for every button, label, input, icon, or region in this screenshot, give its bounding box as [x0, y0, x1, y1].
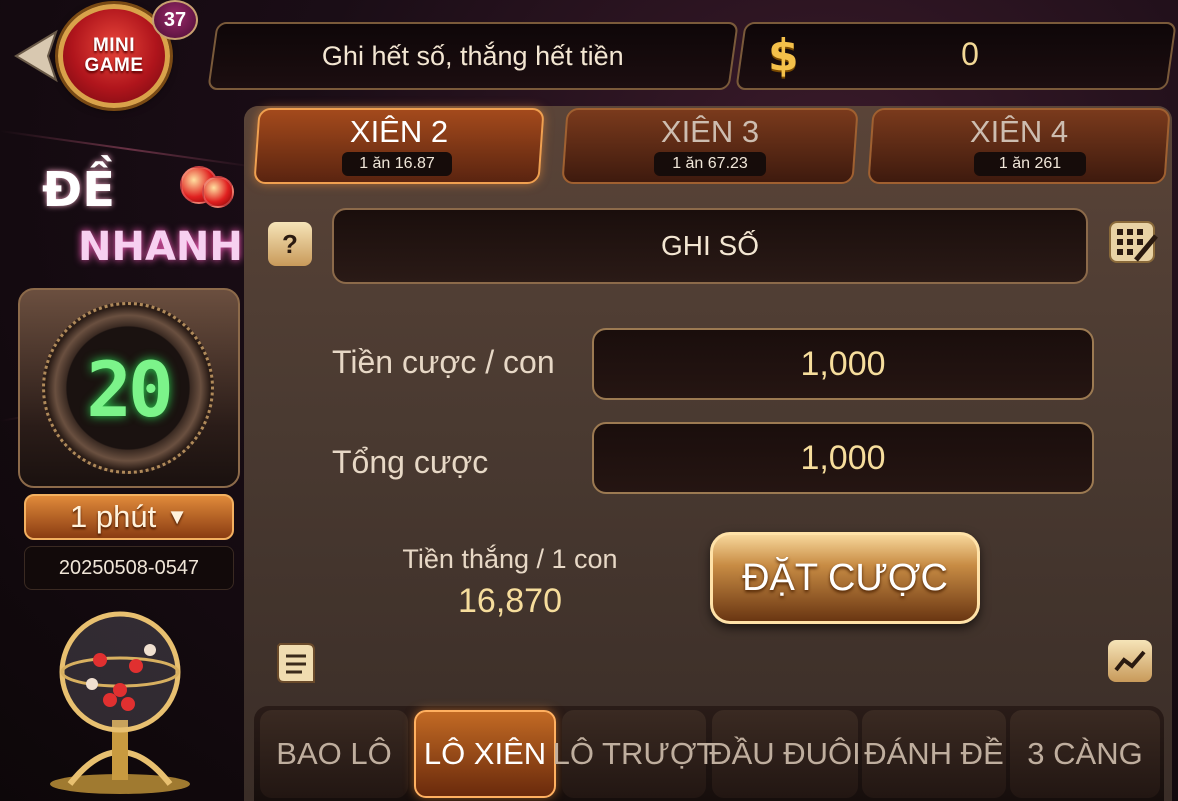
tab-bao-lo[interactable]: BAO LÔ	[260, 710, 408, 798]
total-bet-value: 1,000	[592, 422, 1094, 494]
dropdown-triangle-icon: ▼	[166, 504, 188, 529]
session-id: 20250508-0547	[24, 546, 234, 590]
dollar-icon: $	[768, 30, 799, 81]
stake-input[interactable]: 1,000	[592, 328, 1094, 400]
tab-xien-2-odds: 1 ăn 16.87	[342, 152, 452, 176]
slogan-text: Ghi hết số, thắng hết tiền	[322, 40, 624, 71]
tab-xien-3-label: XIÊN 3	[660, 114, 760, 149]
statistics-button[interactable]	[1108, 640, 1152, 682]
lottery-globe-icon	[50, 611, 190, 794]
tab-danh-de[interactable]: ĐÁNH ĐỀ	[862, 710, 1006, 798]
countdown-value: 20	[86, 345, 174, 434]
stake-label: Tiền cược / con	[332, 344, 555, 380]
tab-xien-4-odds: 1 ăn 261	[974, 152, 1086, 176]
interval-label: 1 phút	[70, 499, 157, 534]
tab-dau-duoi[interactable]: ĐẦU ĐUÔI	[709, 710, 861, 798]
back-button[interactable]	[8, 28, 60, 84]
win-per-number-label: Tiền thắng / 1 con	[402, 544, 618, 574]
win-per-number-value: 16,870	[458, 582, 562, 620]
lottery-ball-icon	[202, 176, 234, 208]
tab-xien-4-label: XIÊN 4	[969, 114, 1069, 149]
help-button[interactable]: ?	[268, 222, 312, 266]
number-input[interactable]: GHI SỐ	[332, 208, 1088, 284]
game-logo: ĐỀ NHANH	[38, 152, 243, 272]
tab-3-cang[interactable]: 3 CÀNG	[1010, 710, 1160, 798]
interval-dropdown[interactable]: 1 phút ▼	[24, 494, 234, 540]
question-icon: ?	[282, 228, 298, 259]
tab-lo-truot[interactable]: LÔ TRƯỢT	[553, 710, 715, 798]
mini-game-label-1: MINI	[92, 35, 136, 56]
total-label: Tổng cược	[332, 444, 489, 480]
back-arrow-icon	[14, 29, 58, 83]
logo-line2: NHANH	[78, 224, 243, 270]
tab-xien-3-odds: 1 ăn 67.23	[654, 152, 766, 176]
bet-history-icon[interactable]	[274, 640, 316, 686]
place-bet-button[interactable]: ĐẶT CƯỢC	[710, 532, 980, 624]
slogan-banner: Ghi hết số, thắng hết tiền	[207, 22, 739, 90]
mini-game-label-2: GAME	[84, 55, 144, 76]
keypad-edit-icon[interactable]	[1108, 220, 1160, 268]
tab-lo-xien[interactable]: LÔ XIÊN	[414, 710, 556, 798]
balance-value: 0	[961, 36, 979, 72]
notification-badge: 37	[152, 0, 198, 40]
chart-line-icon	[1114, 650, 1146, 672]
logo-line1: ĐỀ	[42, 162, 116, 218]
tab-xien-2-label: XIÊN 2	[349, 114, 449, 149]
